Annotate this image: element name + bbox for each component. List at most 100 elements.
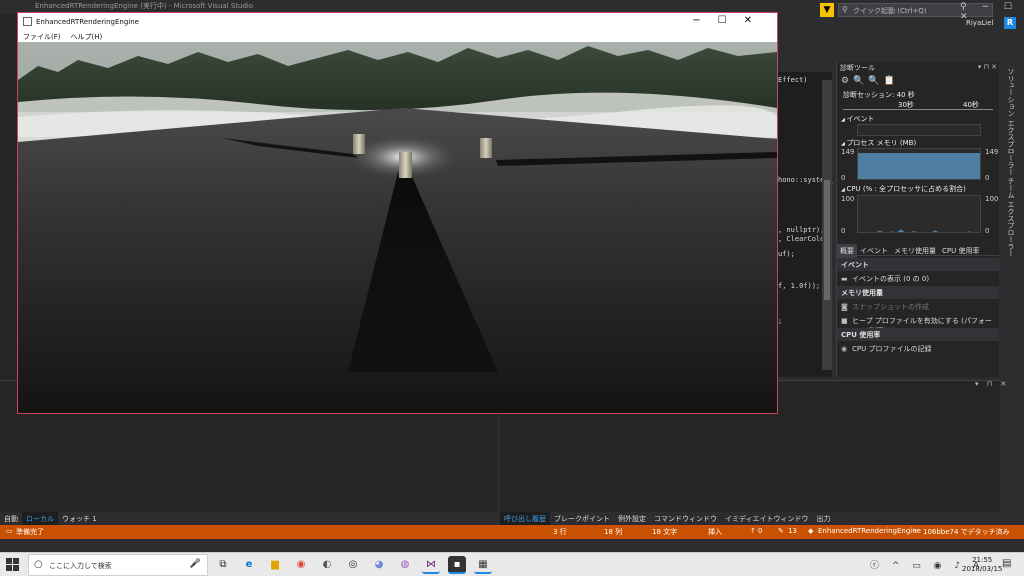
engine-window-title: EnhancedRTRenderingEngine (36, 18, 139, 26)
axis-label: 100 (841, 195, 855, 203)
timeline-tick: 40秒 (963, 101, 979, 109)
filter-icon[interactable]: ▼ (820, 3, 834, 17)
status-ready: 準備完了 (16, 528, 44, 536)
tab-events[interactable]: イベント (857, 244, 891, 258)
diag-title: 診断ツール (840, 64, 875, 72)
app-icon[interactable]: ◍ (396, 556, 414, 574)
status-char: 18 文字 (652, 528, 678, 536)
edge-icon[interactable]: e (240, 556, 258, 574)
code-line: , nullptr); (778, 226, 825, 234)
clock-time: 21:55 (972, 556, 993, 564)
tab-exception-settings[interactable]: 例外設定 (614, 512, 650, 526)
visual-studio-icon[interactable]: ⋈ (422, 556, 440, 574)
tab-memory[interactable]: メモリ使用量 (891, 244, 939, 258)
axis-label: 0 (841, 174, 846, 182)
file-explorer-icon[interactable]: ▆ (266, 556, 284, 574)
taskbar: ○ ここに入力して検索 🎤 ⧉ e ▆ ◉ ◐ ◎ ◕ ◍ ⋈ ▪ ▦ ⓡ ^ … (0, 552, 1024, 576)
editor-scrollbar[interactable] (822, 80, 832, 370)
cpu-profile-label: CPU プロファイルの記録 (852, 345, 932, 353)
pillar-center (399, 152, 412, 178)
avatar[interactable]: R (1004, 17, 1016, 29)
axis-label: 149 (985, 148, 999, 156)
right-side-tabs[interactable]: ソリューション エクスプローラー チーム エクスプローラー (999, 62, 1024, 377)
code-line: , ClearColor (778, 235, 829, 243)
render-viewport[interactable] (18, 42, 777, 413)
code-line: uf); (778, 250, 795, 258)
repo-icon: ◆ (808, 527, 814, 535)
code-line: ; (778, 317, 783, 325)
axis-label: 100 (985, 195, 999, 203)
window-controls[interactable]: −☐✕ (692, 15, 769, 26)
cpu-profile-button[interactable]: ◉ CPU プロファイルの記録 (837, 342, 1000, 355)
status-branch[interactable]: 106bbe74 でデタッチ済み (923, 527, 1010, 537)
heap-profile-checkbox[interactable]: ■ヒープ プロファイルを有効にする (パフォーマンスに影響しま (837, 314, 1000, 335)
memory-section-label[interactable]: プロセス メモリ (MB) (841, 138, 916, 148)
cpu-section-label[interactable]: CPU (% : 全プロセッサに占める割合) (841, 184, 965, 194)
events-icon: ▬ (841, 275, 848, 283)
status-col: 18 列 (604, 528, 623, 536)
diag-toolbar[interactable]: ⚙🔍🔍📋 (841, 76, 899, 86)
bottom-tabs-right: 呼び出し履歴 ブレークポイント 例外設定 コマンドウィンドウ イミディエイトウィンドウ出… (500, 512, 1000, 526)
tab-cpu[interactable]: CPU 使用率 (939, 244, 982, 258)
quick-launch-placeholder: クイック起動 (Ctrl+Q) (853, 7, 927, 15)
tab-summary[interactable]: 概要 (837, 244, 857, 258)
search-icon: ○ (34, 559, 43, 570)
tab-watch1[interactable]: ウォッチ 1 (58, 512, 101, 526)
clock[interactable]: 21:55 2018/03/15 (962, 556, 1002, 574)
panel-controls[interactable]: ▾ ⊓ ✕ (978, 63, 997, 71)
pane-controls[interactable]: ▾ ⊓ ✕ (975, 380, 1009, 388)
app-icon[interactable]: ◐ (318, 556, 336, 574)
microphone-icon[interactable]: 🎤 (190, 559, 201, 569)
tab-command-window[interactable]: コマンドウィンドウ (650, 512, 721, 526)
engine-app-icon[interactable]: ▦ (474, 556, 492, 574)
diag-timeline[interactable]: 30秒 40秒 (843, 100, 993, 110)
events-section-label[interactable]: イベント (841, 114, 874, 124)
user-name[interactable]: RiyaLiel (966, 19, 993, 27)
show-events-label: イベントの表示 (0 の 0) (852, 275, 930, 283)
snapshot-label: スナップショットの作成 (852, 303, 929, 311)
scrollbar-thumb[interactable] (824, 180, 830, 300)
cpu-chart-svg (869, 229, 972, 232)
axis-label: 0 (841, 227, 846, 235)
task-view-icon[interactable]: ⧉ (214, 556, 232, 574)
status-mode: 挿入 (708, 528, 722, 536)
diag-session-label: 診断セッション: 40 秒 (843, 91, 915, 99)
search-icon: ⚲ (842, 5, 848, 14)
checkbox-icon: ■ (841, 317, 848, 325)
search-placeholder: ここに入力して検索 (49, 562, 112, 570)
tab-immediate-window[interactable]: イミディエイトウィンドウ (721, 512, 813, 526)
pillar-left (353, 134, 365, 154)
steam-icon[interactable]: ◎ (344, 556, 362, 574)
tab-auto[interactable]: 自動 (0, 512, 22, 526)
camera-icon: ◙ (841, 303, 848, 311)
tab-locals[interactable]: ローカル (22, 512, 58, 526)
tab-call-stack[interactable]: 呼び出し履歴 (500, 512, 550, 526)
diagnostic-tools-panel: 診断ツール ▾ ⊓ ✕ ⚙🔍🔍📋 診断セッション: 40 秒 30秒 40秒 イ… (836, 62, 1000, 377)
take-snapshot-button[interactable]: ◙ スナップショットの作成 (837, 300, 1000, 313)
app-icon (23, 17, 32, 26)
code-line: Effect) (778, 76, 808, 84)
windows-start-icon[interactable] (6, 558, 20, 572)
tab-output[interactable]: 出力 (813, 512, 835, 526)
chrome-icon[interactable]: ◉ (292, 556, 310, 574)
status-changes-count[interactable]: 13 (788, 527, 797, 535)
engine-title-bar[interactable]: EnhancedRTRenderingEngine −☐✕ (18, 13, 777, 31)
memory-chart (857, 148, 981, 180)
status-up-count[interactable]: 0 (758, 527, 762, 535)
pencil-icon: ✎ (778, 527, 784, 535)
diag-tabs: 概要 イベント メモリ使用量 CPU 使用率 (837, 244, 1000, 258)
notification-icon[interactable]: ▤ (1002, 558, 1011, 569)
status-repo[interactable]: EnhancedRTRenderingEngine (818, 527, 921, 535)
engine-window: EnhancedRTRenderingEngine −☐✕ ファイル(F) ヘルプ… (17, 12, 778, 414)
code-line: f, 1.0f)); (778, 282, 821, 290)
taskbar-search-input[interactable]: ○ ここに入力して検索 🎤 (28, 554, 208, 576)
tab-breakpoints[interactable]: ブレークポイント (550, 512, 614, 526)
diag-header: 診断ツール ▾ ⊓ ✕ (837, 62, 1000, 72)
discord-icon[interactable]: ◕ (370, 556, 388, 574)
cpu-usage-header: CPU 使用率 (837, 328, 1000, 341)
show-events-link[interactable]: ▬ イベントの表示 (0 の 0) (837, 272, 1000, 285)
events-header: イベント (837, 258, 1000, 271)
pillar-right (480, 138, 492, 158)
console-icon[interactable]: ▪ (448, 556, 466, 574)
axis-label: 0 (985, 174, 990, 182)
